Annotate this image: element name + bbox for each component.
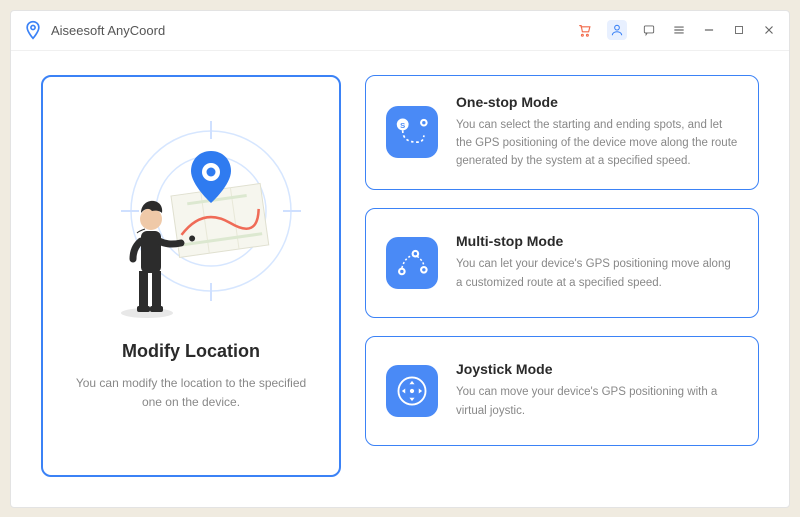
account-icon[interactable]	[607, 20, 627, 40]
app-logo-icon	[23, 20, 43, 40]
one-stop-mode-text: One-stop Mode You can select the startin…	[456, 94, 738, 171]
maximize-button[interactable]	[731, 22, 747, 38]
joystick-mode-title: Joystick Mode	[456, 361, 738, 377]
one-stop-mode-icon: S	[386, 106, 438, 158]
joystick-mode-text: Joystick Mode You can move your device's…	[456, 361, 738, 420]
modes-column: S One-stop Mode You can select the start…	[365, 75, 759, 477]
minimize-button[interactable]	[701, 22, 717, 38]
one-stop-mode-title: One-stop Mode	[456, 94, 738, 110]
cart-icon[interactable]	[577, 22, 593, 38]
one-stop-mode-description: You can select the starting and ending s…	[456, 116, 738, 171]
multi-stop-mode-title: Multi-stop Mode	[456, 233, 738, 249]
multi-stop-mode-icon	[386, 237, 438, 289]
joystick-mode-card[interactable]: Joystick Mode You can move your device's…	[365, 336, 759, 446]
modify-location-card[interactable]: Modify Location You can modify the locat…	[41, 75, 341, 477]
joystick-mode-icon	[386, 365, 438, 417]
menu-icon[interactable]	[671, 22, 687, 38]
titlebar-buttons	[577, 20, 777, 40]
multi-stop-mode-text: Multi-stop Mode You can let your device'…	[456, 233, 738, 292]
multi-stop-mode-description: You can let your device's GPS positionin…	[456, 255, 738, 292]
close-button[interactable]	[761, 22, 777, 38]
app-title: Aiseesoft AnyCoord	[51, 23, 165, 38]
svg-text:S: S	[400, 121, 405, 130]
joystick-mode-description: You can move your device's GPS positioni…	[456, 383, 738, 420]
modify-location-title: Modify Location	[122, 341, 260, 362]
one-stop-mode-card[interactable]: S One-stop Mode You can select the start…	[365, 75, 759, 190]
modify-location-description: You can modify the location to the speci…	[61, 374, 321, 412]
multi-stop-mode-card[interactable]: Multi-stop Mode You can let your device'…	[365, 208, 759, 318]
app-window: Aiseesoft AnyCoord	[10, 10, 790, 508]
titlebar: Aiseesoft AnyCoord	[11, 11, 789, 51]
feedback-icon[interactable]	[641, 22, 657, 38]
main-content: Modify Location You can modify the locat…	[11, 51, 789, 507]
modify-location-illustration	[71, 101, 311, 321]
